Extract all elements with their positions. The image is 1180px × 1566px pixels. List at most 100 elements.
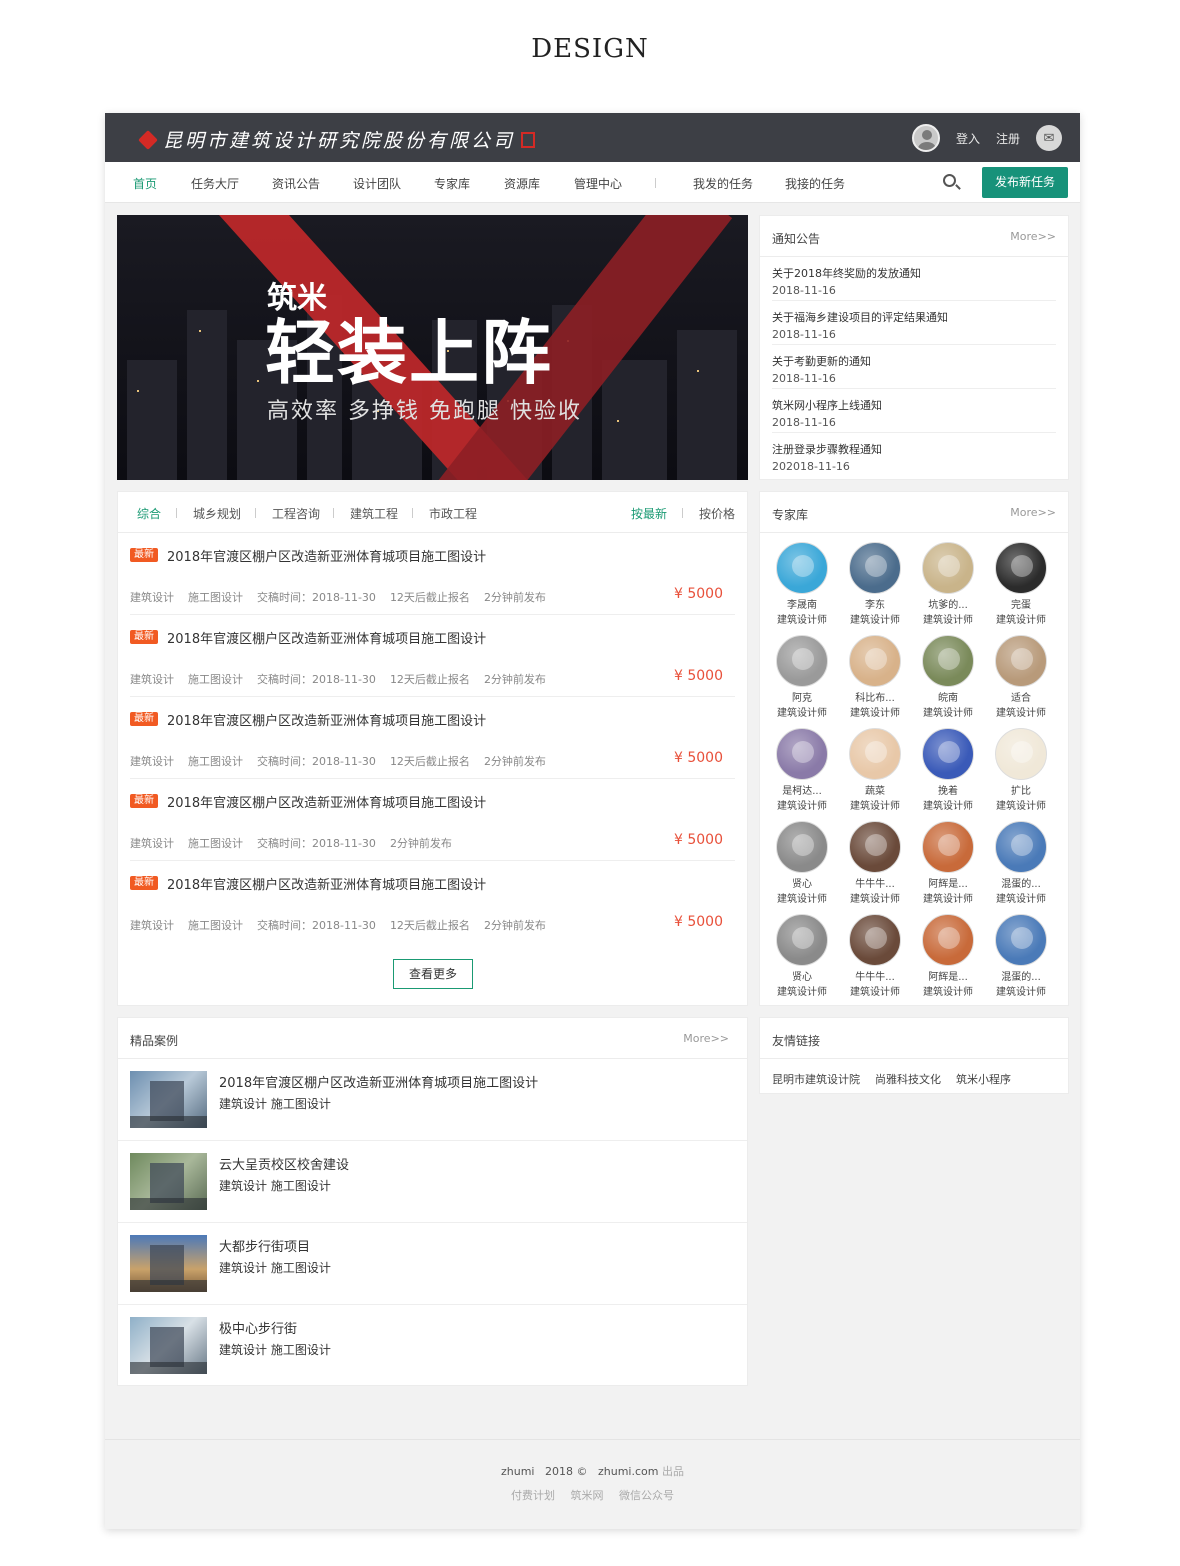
publish-task-button[interactable]: 发布新任务 xyxy=(982,167,1068,198)
nav-my-accepted-tasks[interactable]: 我接的任务 xyxy=(785,175,845,192)
expert-card[interactable]: 贤心 建筑设计师 xyxy=(769,914,835,998)
task-item[interactable]: 最新 2018年官渡区棚户区改造新亚洲体育城项目施工图设计 建筑设计 施工图设计 交… xyxy=(130,697,735,779)
notice-item[interactable]: 注册登录步骤教程通知 202018-11-16 xyxy=(772,433,1056,477)
case-thumbnail[interactable] xyxy=(130,1071,207,1128)
search-icon[interactable] xyxy=(943,174,956,187)
expert-avatar[interactable] xyxy=(776,914,828,966)
expert-card[interactable]: 扩比 建筑设计师 xyxy=(988,728,1054,812)
case-thumbnail[interactable] xyxy=(130,1153,207,1210)
expert-card[interactable]: 科比布... 建筑设计师 xyxy=(842,635,908,719)
case-item[interactable]: 极中心步行街 建筑设计 施工图设计 xyxy=(118,1305,747,1387)
case-item-title[interactable]: 大都步行街项目 xyxy=(219,1236,310,1255)
expert-avatar[interactable] xyxy=(922,542,974,594)
expert-avatar[interactable] xyxy=(922,914,974,966)
expert-card[interactable]: 牛牛牛... 建筑设计师 xyxy=(842,821,908,905)
nav-home[interactable]: 首页 xyxy=(133,175,157,192)
filter-urban-planning[interactable]: 城乡规划 xyxy=(193,505,241,522)
expert-card[interactable]: 蔬菜 建筑设计师 xyxy=(842,728,908,812)
task-title[interactable]: 2018年官渡区棚户区改造新亚洲体育城项目施工图设计 xyxy=(167,710,486,729)
expert-avatar[interactable] xyxy=(922,821,974,873)
expert-card[interactable]: 坑爹的... 建筑设计师 xyxy=(915,542,981,626)
expert-avatar[interactable] xyxy=(995,635,1047,687)
expert-avatar[interactable] xyxy=(995,821,1047,873)
case-item[interactable]: 云大呈贡校区校舍建设 建筑设计 施工图设计 xyxy=(118,1141,747,1223)
expert-card[interactable]: 挽着 建筑设计师 xyxy=(915,728,981,812)
notice-item[interactable]: 筑米网小程序上线通知 2018-11-16 xyxy=(772,389,1056,433)
expert-more-link[interactable]: More>> xyxy=(1010,506,1056,519)
case-thumbnail[interactable] xyxy=(130,1235,207,1292)
case-item-title[interactable]: 云大呈贡校区校舍建设 xyxy=(219,1154,349,1173)
expert-card[interactable]: 李晟南 建筑设计师 xyxy=(769,542,835,626)
filter-municipal-engineering[interactable]: 市政工程 xyxy=(429,505,477,522)
expert-avatar[interactable] xyxy=(995,728,1047,780)
nav-experts[interactable]: 专家库 xyxy=(434,175,470,192)
task-title[interactable]: 2018年官渡区棚户区改造新亚洲体育城项目施工图设计 xyxy=(167,874,486,893)
notice-item[interactable]: 关于2018年终奖励的发放通知 2018-11-16 xyxy=(772,257,1056,301)
friend-link[interactable]: 尚雅科技文化 xyxy=(875,1071,941,1087)
expert-avatar[interactable] xyxy=(776,542,828,594)
wechat-icon[interactable]: ✉ xyxy=(1036,125,1062,151)
sort-price[interactable]: 按价格 xyxy=(699,505,735,522)
company-logo[interactable]: 昆明市建筑设计研究院股份有限公司 xyxy=(138,126,536,153)
expert-card[interactable]: 李东 建筑设计师 xyxy=(842,542,908,626)
expert-avatar[interactable] xyxy=(776,821,828,873)
case-item[interactable]: 大都步行街项目 建筑设计 施工图设计 xyxy=(118,1223,747,1305)
expert-avatar[interactable] xyxy=(776,635,828,687)
expert-card[interactable]: 完蛋 建筑设计师 xyxy=(988,542,1054,626)
friend-link[interactable]: 昆明市建筑设计院 xyxy=(772,1071,860,1087)
case-more-link[interactable]: More>> xyxy=(683,1032,729,1045)
filter-engineering-consulting[interactable]: 工程咨询 xyxy=(272,505,320,522)
user-avatar-icon[interactable] xyxy=(911,124,940,152)
filter-building-engineering[interactable]: 建筑工程 xyxy=(350,505,398,522)
hero-banner[interactable]: 筑米 轻装上阵 高效率 多挣钱 免跑腿 快验收 xyxy=(117,215,748,480)
nav-task-hall[interactable]: 任务大厅 xyxy=(191,175,239,192)
task-title[interactable]: 2018年官渡区棚户区改造新亚洲体育城项目施工图设计 xyxy=(167,628,486,647)
login-link[interactable]: 登入 xyxy=(956,130,980,147)
expert-card[interactable]: 混蛋的... 建筑设计师 xyxy=(988,914,1054,998)
expert-avatar[interactable] xyxy=(849,728,901,780)
footer-domain[interactable]: zhumi.com xyxy=(598,1465,658,1478)
register-link[interactable]: 注册 xyxy=(996,130,1020,147)
nav-management[interactable]: 管理中心 xyxy=(574,175,622,192)
expert-card[interactable]: 皖南 建筑设计师 xyxy=(915,635,981,719)
task-title[interactable]: 2018年官渡区棚户区改造新亚洲体育城项目施工图设计 xyxy=(167,792,486,811)
task-item[interactable]: 最新 2018年官渡区棚户区改造新亚洲体育城项目施工图设计 建筑设计 施工图设计 交… xyxy=(130,779,735,861)
expert-avatar[interactable] xyxy=(849,635,901,687)
expert-card[interactable]: 阿辉是... 建筑设计师 xyxy=(915,821,981,905)
nav-news[interactable]: 资讯公告 xyxy=(272,175,320,192)
expert-avatar[interactable] xyxy=(995,542,1047,594)
expert-avatar[interactable] xyxy=(849,914,901,966)
expert-avatar[interactable] xyxy=(776,728,828,780)
case-item[interactable]: 2018年官渡区棚户区改造新亚洲体育城项目施工图设计 建筑设计 施工图设计 xyxy=(118,1059,747,1141)
expert-avatar[interactable] xyxy=(849,542,901,594)
expert-card[interactable]: 贤心 建筑设计师 xyxy=(769,821,835,905)
expert-avatar[interactable] xyxy=(849,821,901,873)
nav-my-published-tasks[interactable]: 我发的任务 xyxy=(693,175,753,192)
sort-latest[interactable]: 按最新 xyxy=(631,505,667,522)
expert-card[interactable]: 适合 建筑设计师 xyxy=(988,635,1054,719)
task-item[interactable]: 最新 2018年官渡区棚户区改造新亚洲体育城项目施工图设计 建筑设计 施工图设计 交… xyxy=(130,533,735,615)
case-item-title[interactable]: 2018年官渡区棚户区改造新亚洲体育城项目施工图设计 xyxy=(219,1072,538,1091)
task-item[interactable]: 最新 2018年官渡区棚户区改造新亚洲体育城项目施工图设计 建筑设计 施工图设计 交… xyxy=(130,615,735,697)
filter-all[interactable]: 综合 xyxy=(137,505,161,522)
expert-avatar[interactable] xyxy=(922,635,974,687)
notice-item[interactable]: 关于考勤更新的通知 2018-11-16 xyxy=(772,345,1056,389)
nav-resources[interactable]: 资源库 xyxy=(504,175,540,192)
expert-card[interactable]: 牛牛牛... 建筑设计师 xyxy=(842,914,908,998)
nav-design-team[interactable]: 设计团队 xyxy=(353,175,401,192)
case-item-title[interactable]: 极中心步行街 xyxy=(219,1318,297,1337)
case-thumbnail[interactable] xyxy=(130,1317,207,1374)
expert-card[interactable]: 阿克 建筑设计师 xyxy=(769,635,835,719)
view-more-button[interactable]: 查看更多 xyxy=(393,959,473,989)
notice-more-link[interactable]: More>> xyxy=(1010,230,1056,243)
footer-link[interactable]: 筑米网 xyxy=(571,1489,604,1502)
expert-card[interactable]: 混蛋的... 建筑设计师 xyxy=(988,821,1054,905)
expert-avatar[interactable] xyxy=(995,914,1047,966)
expert-card[interactable]: 是柯达... 建筑设计师 xyxy=(769,728,835,812)
footer-link[interactable]: 付费计划 xyxy=(511,1489,555,1502)
friend-link[interactable]: 筑米小程序 xyxy=(956,1071,1011,1087)
expert-card[interactable]: 阿辉是... 建筑设计师 xyxy=(915,914,981,998)
task-title[interactable]: 2018年官渡区棚户区改造新亚洲体育城项目施工图设计 xyxy=(167,546,486,565)
footer-link[interactable]: 微信公众号 xyxy=(619,1489,674,1502)
expert-avatar[interactable] xyxy=(922,728,974,780)
